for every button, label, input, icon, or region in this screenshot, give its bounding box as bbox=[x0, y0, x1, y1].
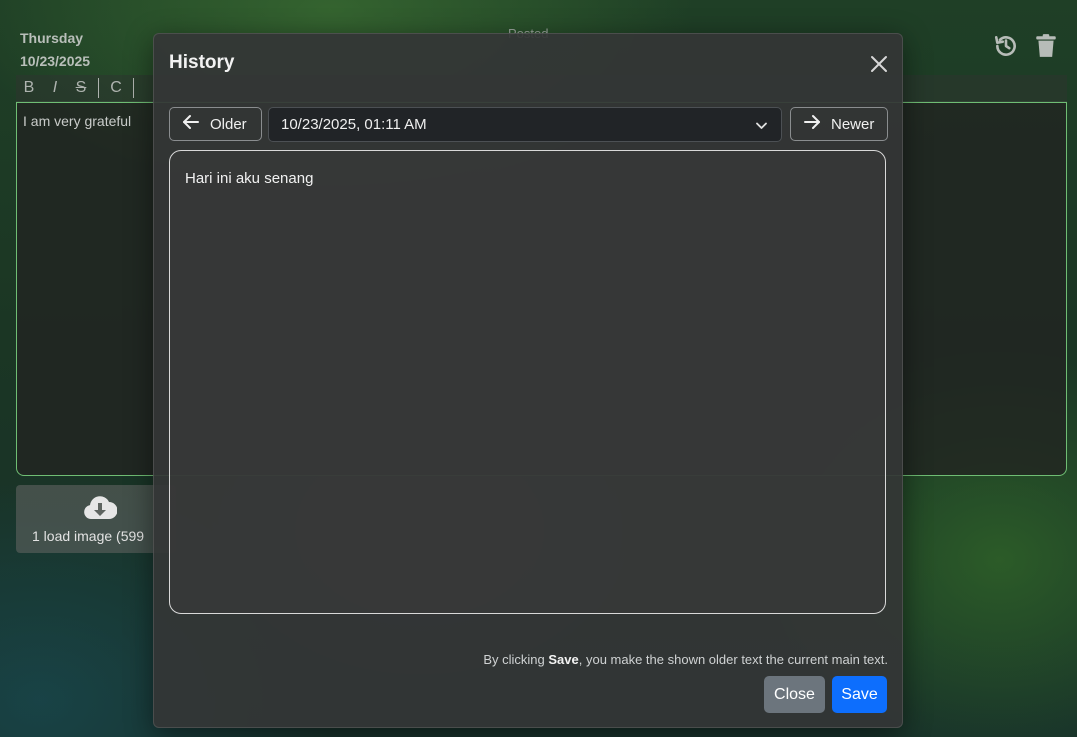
footnote-suffix: , you make the shown older text the curr… bbox=[578, 652, 888, 667]
entry-date: 10/23/2025 bbox=[20, 53, 91, 69]
history-content-text: Hari ini aku senang bbox=[185, 170, 314, 187]
toolbar-divider bbox=[133, 78, 134, 98]
history-icon[interactable] bbox=[993, 33, 1019, 59]
italic-button[interactable]: I bbox=[42, 75, 68, 101]
newer-label: Newer bbox=[831, 115, 875, 133]
close-icon[interactable] bbox=[868, 53, 890, 75]
strikethrough-button[interactable]: S bbox=[68, 75, 94, 101]
modal-title: History bbox=[169, 52, 235, 73]
save-button[interactable]: Save bbox=[832, 676, 887, 713]
upload-image-button[interactable]: 1 load image (599 bbox=[16, 485, 176, 553]
save-footnote: By clicking Save, you make the shown old… bbox=[483, 652, 888, 667]
entry-date-block: Thursday 10/23/2025 bbox=[20, 27, 90, 73]
toolbar-divider bbox=[98, 78, 99, 98]
history-modal: History Older 10/23/2025, 01:11 AM Newer bbox=[153, 33, 903, 728]
code-button[interactable]: C bbox=[103, 75, 129, 101]
entry-day: Thursday bbox=[20, 30, 84, 46]
older-button[interactable]: Older bbox=[169, 107, 262, 141]
entry-actions bbox=[993, 33, 1059, 59]
footnote-bold: Save bbox=[548, 652, 579, 667]
version-select-value: 10/23/2025, 01:11 AM bbox=[281, 116, 427, 133]
arrow-right-icon bbox=[803, 113, 821, 135]
newer-button[interactable]: Newer bbox=[790, 107, 888, 141]
close-button[interactable]: Close bbox=[764, 676, 825, 713]
history-content[interactable]: Hari ini aku senang bbox=[169, 150, 886, 614]
cloud-download-icon bbox=[83, 493, 118, 521]
entry-text: I am very grateful bbox=[23, 113, 132, 129]
version-select[interactable]: 10/23/2025, 01:11 AM bbox=[268, 107, 782, 142]
arrow-left-icon bbox=[182, 113, 200, 135]
upload-label: 1 load image (599 bbox=[32, 528, 145, 544]
chevron-down-icon bbox=[755, 119, 768, 132]
footnote-prefix: By clicking bbox=[483, 652, 549, 667]
older-label: Older bbox=[210, 115, 247, 133]
trash-icon[interactable] bbox=[1033, 33, 1059, 59]
bold-button[interactable]: B bbox=[16, 75, 42, 101]
